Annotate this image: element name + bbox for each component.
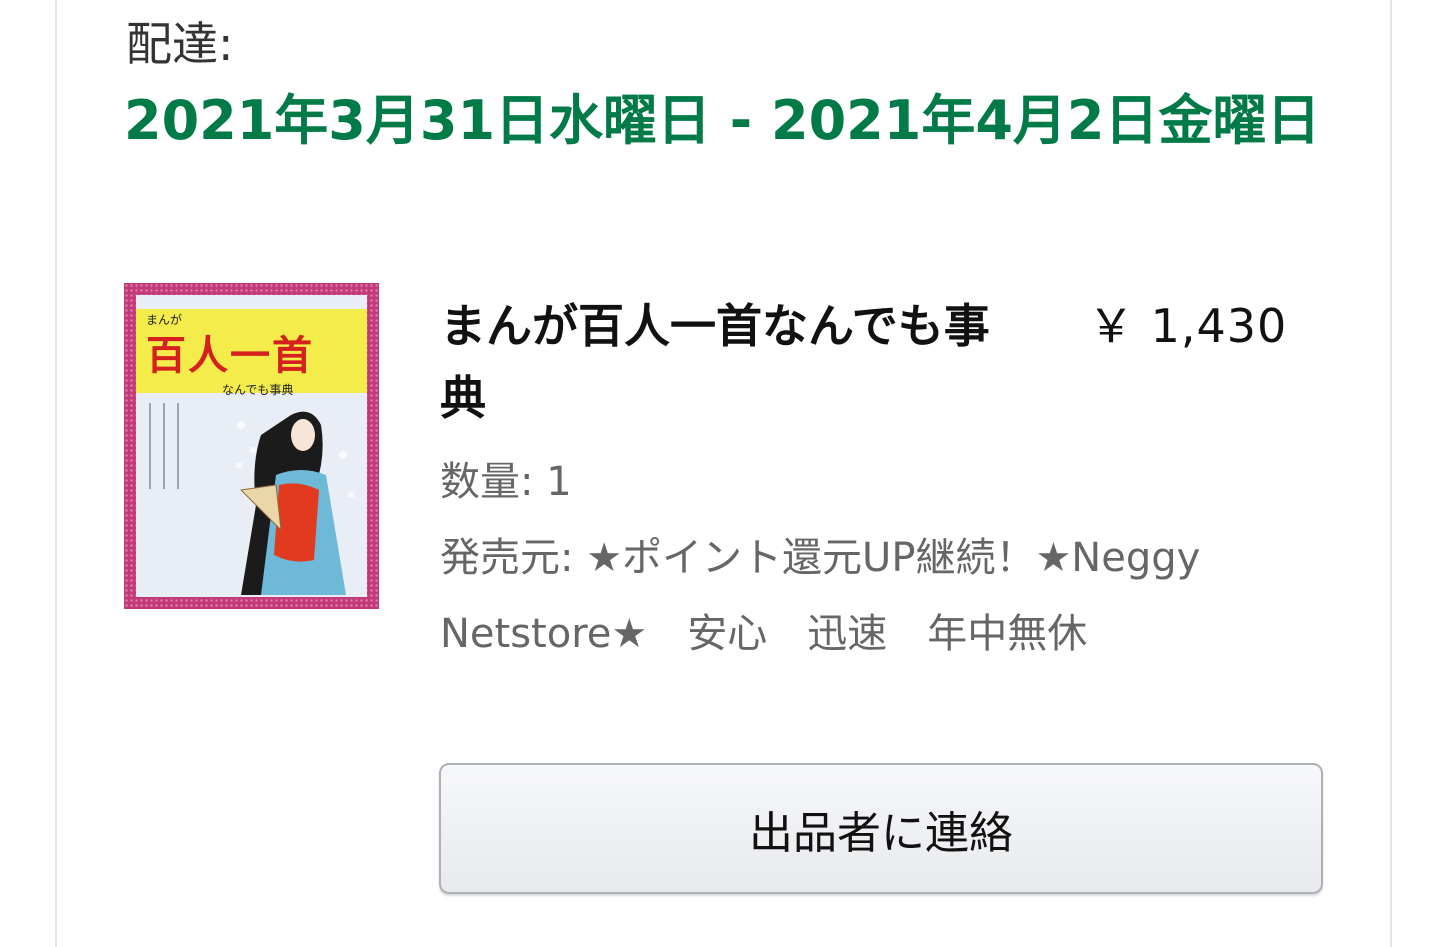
- book-cover: まんが 百人一首 なんでも事典: [136, 295, 367, 597]
- cover-illustration: [236, 411, 354, 595]
- cover-title: 百人一首: [146, 333, 314, 379]
- delivery-label: 配達:: [126, 17, 234, 71]
- cover-vertical-text: [149, 403, 179, 489]
- contact-seller-button[interactable]: 出品者に連絡: [439, 763, 1323, 894]
- seller-info: 発売元: ★ポイント還元UP継続！★Neggy Netstore★ 安心 迅速 …: [440, 535, 1241, 657]
- cover-title-band: まんが 百人一首 なんでも事典: [136, 309, 367, 397]
- quantity-text: 数量: 1: [440, 459, 572, 505]
- product-title[interactable]: まんが百人一首なんでも事典: [440, 290, 1000, 434]
- card-border-left: [55, 0, 57, 947]
- delivery-date-range: 2021年3月31日水曜日 - 2021年4月2日金曜日: [124, 89, 1321, 152]
- product-price: ￥ 1,430: [1088, 299, 1288, 353]
- order-item-card: 配達: 2021年3月31日水曜日 - 2021年4月2日金曜日 まんが 百人一…: [0, 0, 1448, 947]
- product-image[interactable]: まんが 百人一首 なんでも事典: [124, 283, 379, 609]
- card-border-right: [1390, 0, 1392, 947]
